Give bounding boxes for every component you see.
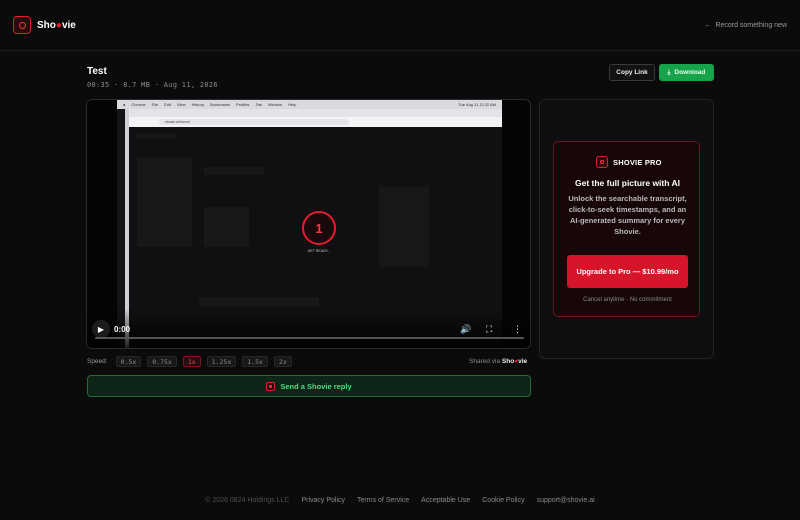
speed-option[interactable]: 0.75x [147, 356, 177, 367]
download-button[interactable]: ⤓ Download [659, 64, 714, 81]
recorded-menu-item: Bookmarks [210, 102, 231, 107]
footer-link[interactable]: Cookie Policy [482, 497, 524, 504]
shared-via: Shared via Sho●vie [469, 358, 527, 365]
speed-option[interactable]: 1.25x [206, 356, 237, 367]
video-player[interactable]: ● Chrome File Edit View History Bookmarks Prof… [86, 99, 531, 349]
record-something-new-link[interactable]: ← Record something new [704, 22, 787, 29]
recorded-clock: Tue Aug 11 11:32 AM [458, 102, 496, 107]
recorded-mac-menubar: ● Chrome File Edit View History Bookmarks Prof… [117, 100, 502, 109]
speed-label: Speed: [87, 358, 108, 365]
fullscreen-icon[interactable]: ⛶ [486, 324, 492, 335]
recorded-menu-item: Chrome [131, 102, 146, 107]
speed-option[interactable]: 0.5x [115, 356, 142, 367]
speed-selector: Speed: 0.5x 0.75x 1x 1.25x 1.5x 2x [87, 356, 292, 367]
download-label: Download [674, 69, 706, 76]
footer-link[interactable]: Acceptable Use [421, 497, 470, 504]
pro-title: Get the full picture with AI [575, 178, 680, 188]
recorded-tabstrip [129, 109, 502, 117]
speed-option[interactable]: 1x [182, 356, 201, 367]
recorded-menu-item: View [177, 102, 186, 107]
record-link-label: Record something new [715, 21, 787, 29]
recording-title: Test [87, 66, 107, 77]
recorded-menu-item: Profiles [236, 102, 250, 107]
recorded-menu-item: File [151, 102, 159, 107]
countdown-ring: 1 [302, 211, 336, 245]
footer-link[interactable]: support@shovie.ai [537, 497, 595, 504]
recording-meta: 00:35 · 8.7 MB · Aug 11, 2026 [87, 81, 218, 89]
upgrade-label: Upgrade to Pro — $10.99/mo [576, 267, 679, 276]
recorded-menu-item: Window [267, 102, 283, 107]
upgrade-button[interactable]: Upgrade to Pro — $10.99/mo [567, 255, 688, 288]
brand-logo[interactable]: Sho●vie [13, 16, 76, 34]
record-logo-icon [13, 16, 31, 34]
record-logo-icon [266, 381, 276, 391]
recorded-menu-item: Tab [255, 102, 262, 107]
countdown-number: 1 [315, 220, 323, 236]
more-options-icon[interactable]: ⋮ [513, 324, 522, 335]
volume-icon[interactable]: 🔊 [460, 324, 471, 335]
download-icon: ⤓ [667, 68, 671, 76]
copy-link-button[interactable]: Copy Link [609, 64, 655, 81]
copy-link-label: Copy Link [616, 69, 648, 76]
footer: © 2026 0824 Holdings LLC Privacy Policy T… [0, 497, 800, 504]
send-reply-button[interactable]: Send a Shovie reply [87, 375, 531, 397]
shared-via-prefix: Shared via [469, 358, 501, 365]
current-time: 0:00 [114, 325, 131, 334]
progress-bar[interactable] [95, 337, 524, 339]
top-header: Sho●vie ← Record something new [0, 0, 800, 51]
recorded-menu-item: Help [288, 102, 297, 107]
play-button[interactable]: ▶ [92, 320, 110, 338]
brand-name: Sho●vie [37, 19, 76, 31]
footer-link[interactable]: Privacy Policy [301, 497, 345, 504]
speed-option[interactable]: 1.5x [242, 356, 268, 367]
player-controls: ▶ 0:00 🔊 ⛶ ⋮ [87, 308, 530, 348]
pro-description: Unlock the searchable transcript, click-… [568, 194, 687, 236]
apple-icon: ● [123, 102, 126, 107]
recorded-addressbar: shovie.ai/record [129, 117, 502, 127]
footer-link[interactable]: Terms of Service [357, 497, 409, 504]
copyright: © 2026 0824 Holdings LLC [205, 497, 290, 504]
recorded-menu-item: Edit [164, 102, 172, 107]
arrow-left-icon: ← [704, 21, 712, 29]
cancel-note: Cancel anytime · No commitment [583, 297, 672, 303]
pro-upsell-card: SHOVIE PRO Get the full picture with AI … [553, 141, 700, 317]
record-logo-icon [596, 156, 608, 168]
get-ready-label: GET READY... [307, 249, 331, 253]
shared-via-brand: Sho●vie [501, 358, 528, 365]
recorded-url: shovie.ai/record [159, 119, 349, 125]
speed-option[interactable]: 2x [273, 356, 292, 367]
send-reply-label: Send a Shovie reply [280, 381, 352, 391]
play-icon: ▶ [97, 324, 105, 334]
pro-badge: SHOVIE PRO [596, 156, 662, 168]
pro-badge-label: SHOVIE PRO [613, 157, 662, 167]
recorded-menu-item: History [191, 102, 205, 107]
